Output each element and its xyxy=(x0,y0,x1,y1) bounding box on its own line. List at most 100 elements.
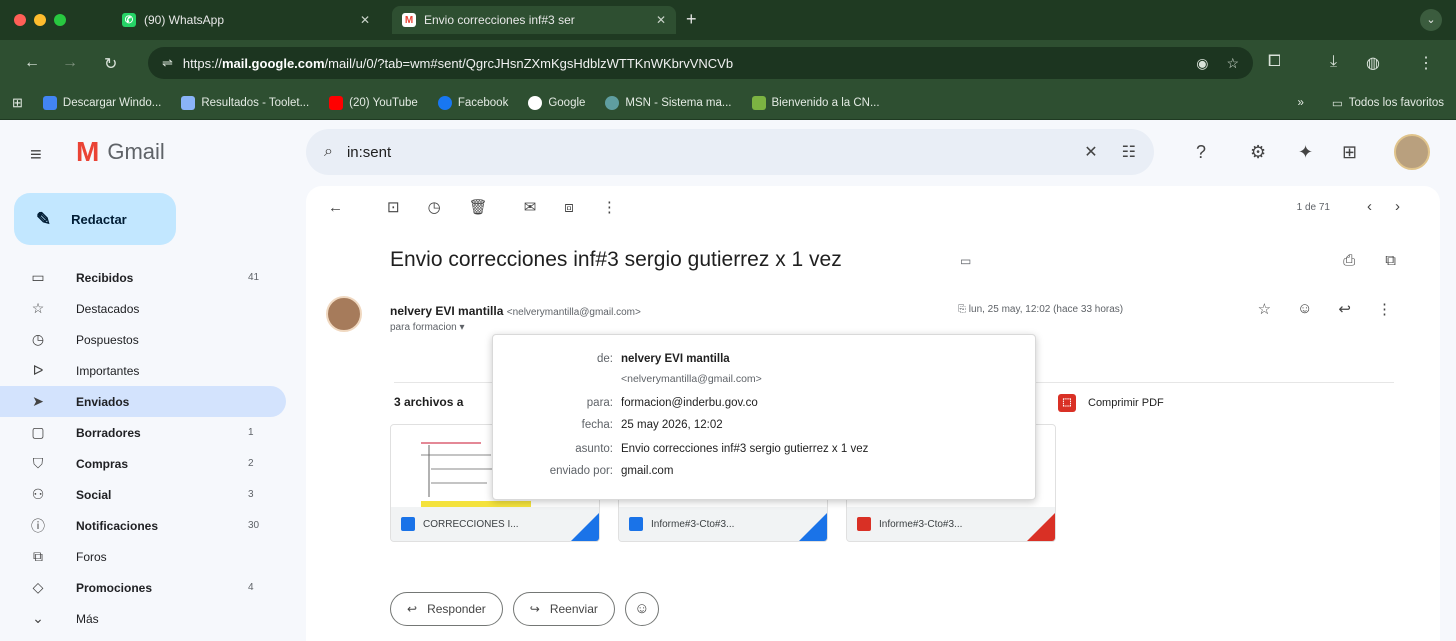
forward-button[interactable]: ↪ Reenviar xyxy=(512,592,615,626)
mark-unread-icon[interactable]: ✉ xyxy=(524,198,537,216)
sidebar-item-compras[interactable]: ⛉ Compras 2 xyxy=(0,448,290,479)
sender-name[interactable]: nelvery EVI mantilla xyxy=(390,304,503,318)
attachment-corner xyxy=(571,513,599,541)
move-to-icon[interactable]: ⧈ xyxy=(564,199,574,216)
label-tag-icon[interactable]: ▭ xyxy=(960,254,971,268)
tab-search-button[interactable]: ⌄ xyxy=(1420,9,1442,31)
sidebar-item-label: Destacados xyxy=(76,301,140,316)
pencil-icon: ✎ xyxy=(36,208,52,229)
sidebar-item-recibidos[interactable]: ▭ Recibidos 41 xyxy=(0,262,290,293)
apps-grid-icon[interactable]: ⊞ xyxy=(12,95,23,111)
forward-arrow-icon: ↪ xyxy=(529,602,540,616)
label-important-icon: ᐅ xyxy=(32,362,44,378)
address-bar[interactable]: ⇌ https://mail.google.com/mail/u/0/?tab=… xyxy=(148,47,1253,79)
tab-gmail[interactable]: M Envio correcciones inf#3 ser ✕ xyxy=(392,6,676,34)
clear-search-icon[interactable]: ✕ xyxy=(1084,142,1097,162)
bookmark-item[interactable]: Bienvenido a la CN... xyxy=(751,95,880,110)
reply-button[interactable]: ↩ Responder xyxy=(390,592,503,626)
close-tab-icon[interactable]: ✕ xyxy=(360,13,370,27)
sidebar-item-label: Social xyxy=(76,487,112,502)
sidebar-item-social[interactable]: ⚇ Social 3 xyxy=(0,479,290,510)
sidebar-item-promociones[interactable]: ◇ Promociones 4 xyxy=(0,572,290,603)
bookmark-item[interactable]: MSN - Sistema ma... xyxy=(605,95,732,110)
delete-icon[interactable]: 🗑 xyxy=(469,198,488,216)
sidebar-item-enviados[interactable]: ➤ Enviados xyxy=(0,386,286,417)
tab-title: (90) WhatsApp xyxy=(144,13,225,27)
bookmark-star-icon[interactable]: ☆ xyxy=(1226,55,1239,72)
bookmark-item[interactable]: Facebook xyxy=(437,95,508,110)
more-vert-icon[interactable]: ⋮ xyxy=(1377,300,1392,318)
more-options-icon[interactable]: ⋮ xyxy=(602,198,617,216)
open-new-window-icon[interactable]: ⧉ xyxy=(1385,252,1396,269)
site-info-icon[interactable]: ⇌ xyxy=(162,55,173,71)
reply-icon[interactable]: ↩ xyxy=(1338,300,1351,318)
expand-more-icon: ⌄ xyxy=(32,610,44,626)
reply-actions: ↩ Responder ↪ Reenviar ☺ xyxy=(390,592,659,626)
send-icon: ➤ xyxy=(32,393,44,409)
install-icon[interactable]: ◉ xyxy=(1196,55,1208,72)
search-icon[interactable]: ⌕ xyxy=(324,143,333,161)
new-tab-button[interactable]: + xyxy=(686,9,697,30)
sidebar-item-label: Pospuestos xyxy=(76,332,139,347)
search-bar[interactable]: ⌕ in:sent ✕ ☷ xyxy=(306,129,1154,175)
attachment-bar: Informe#3-Cto#3... xyxy=(619,507,827,541)
bookmark-item[interactable]: Resultados - Toolet... xyxy=(181,95,309,110)
gemini-sparkle-icon[interactable]: ✦ xyxy=(1298,142,1313,163)
snooze-clock-icon[interactable]: ◷ xyxy=(428,198,441,216)
sidebar-item-destacados[interactable]: ☆ Destacados xyxy=(0,293,290,324)
profile-icon[interactable]: ◍ xyxy=(1366,53,1380,73)
bookmark-item[interactable]: Google xyxy=(528,95,585,110)
close-tab-icon[interactable]: ✕ xyxy=(656,13,666,27)
sidebar-item-importantes[interactable]: ᐅ Importantes xyxy=(0,355,290,386)
search-input[interactable]: in:sent xyxy=(347,144,391,161)
google-icon xyxy=(528,95,543,110)
sidebar-item-borradores[interactable]: ▢ Borradores 1 xyxy=(0,417,290,448)
help-icon[interactable]: ? xyxy=(1196,142,1206,163)
google-apps-icon[interactable]: ⊞ xyxy=(1342,142,1357,163)
sender-avatar[interactable] xyxy=(326,296,362,332)
archive-icon[interactable]: ⊡ xyxy=(387,198,400,216)
chrome-menu-icon[interactable]: ⋮ xyxy=(1418,53,1434,73)
sidebar-item-más[interactable]: ⌄ Más xyxy=(0,603,290,634)
print-icon[interactable]: ⎙ xyxy=(1343,252,1355,269)
back-icon[interactable]: ← xyxy=(24,54,40,72)
forward-icon[interactable]: → xyxy=(62,54,78,72)
all-bookmarks-button[interactable]: ▭ Todos los favoritos xyxy=(1332,96,1444,110)
more-bookmarks-button[interactable]: » xyxy=(1297,97,1303,109)
tab-whatsapp[interactable]: ✆ (90) WhatsApp ✕ xyxy=(112,6,380,34)
compress-pdf-button[interactable]: ⬚ Comprimir PDF xyxy=(1058,394,1164,412)
star-icon[interactable]: ☆ xyxy=(1258,300,1271,318)
attachment-bar: CORRECCIONES I... xyxy=(391,507,599,541)
download-icon[interactable]: ⤓ xyxy=(1330,53,1337,71)
reply-arrow-icon: ↩ xyxy=(407,602,418,616)
sidebar-item-pospuestos[interactable]: ◷ Pospuestos xyxy=(0,324,290,355)
reload-icon[interactable]: ↻ xyxy=(104,54,117,74)
previous-message-icon[interactable]: ‹ xyxy=(1367,198,1372,215)
settings-gear-icon[interactable]: ⚙ xyxy=(1250,142,1266,163)
next-message-icon[interactable]: › xyxy=(1395,198,1400,215)
gmail-header: ≡ M Gmail ⌕ in:sent ✕ ☷ ? ⚙ ✦ ⊞ xyxy=(0,120,1456,186)
bookmark-item[interactable]: (20) YouTube xyxy=(329,95,418,110)
emoji-reaction-button[interactable]: ☺ xyxy=(624,592,659,626)
word-doc-icon xyxy=(401,517,415,531)
account-avatar[interactable] xyxy=(1394,134,1430,170)
extensions-icon[interactable]: ⧠ xyxy=(1268,53,1281,71)
emoji-react-icon[interactable]: ☺ xyxy=(1297,300,1312,318)
gmail-tab-icon: M xyxy=(402,13,416,27)
detail-row-date: fecha: 25 may 2026, 12:02 xyxy=(581,419,723,431)
sidebar-item-notificaciones[interactable]: ⓘ Notificaciones 30 xyxy=(0,510,290,541)
maximize-window-button[interactable] xyxy=(54,14,66,26)
main-menu-icon[interactable]: ≡ xyxy=(30,144,42,167)
recipient-toggle[interactable]: para formacion ▾ xyxy=(390,322,465,333)
minimize-window-button[interactable] xyxy=(34,14,46,26)
close-window-button[interactable] xyxy=(14,14,26,26)
back-to-list-icon[interactable]: ← xyxy=(328,199,343,216)
compose-button[interactable]: ✎ Redactar xyxy=(14,193,176,245)
bookmark-item[interactable]: Descargar Windo... xyxy=(42,95,161,110)
sidebar-item-foros[interactable]: ⧉ Foros xyxy=(0,541,290,572)
search-options-icon[interactable]: ☷ xyxy=(1122,142,1136,162)
pdf-icon: ⬚ xyxy=(1058,394,1076,412)
detail-row-subject: asunto: Envio correcciones inf#3 sergio … xyxy=(575,443,869,455)
attachments-heading: 3 archivos a xyxy=(394,395,464,409)
gmail-logo[interactable]: M Gmail xyxy=(76,138,165,166)
